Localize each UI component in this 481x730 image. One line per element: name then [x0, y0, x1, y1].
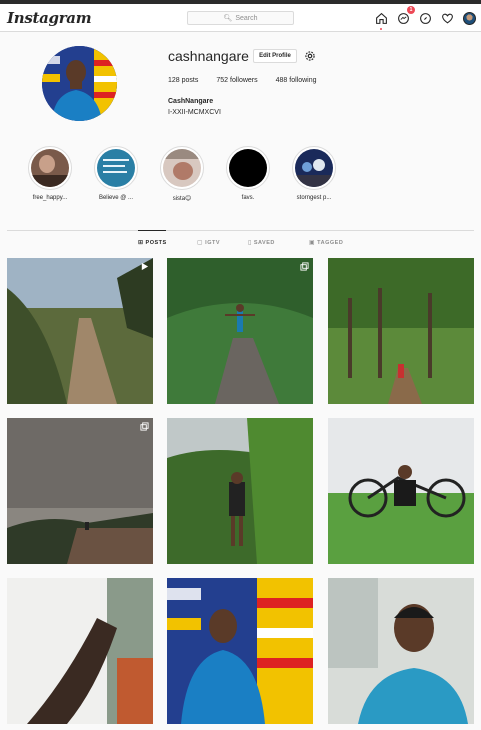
tv-icon: ▢ — [197, 240, 204, 246]
post-thumbnail[interactable] — [167, 258, 313, 404]
home-icon[interactable] — [373, 10, 389, 30]
posts-stat: 128 posts — [168, 77, 198, 84]
profile-full-name: CashNangare — [168, 98, 214, 105]
tab-posts[interactable]: ⊞ POSTS — [138, 239, 167, 247]
search-icon: 🔍︎ — [223, 15, 233, 22]
tab-label: IGTV — [205, 239, 221, 246]
story-highlight[interactable]: sista😊 — [160, 146, 204, 202]
highlight-cover — [97, 149, 135, 187]
profile-picture[interactable] — [42, 46, 117, 121]
post-thumbnail[interactable] — [7, 578, 153, 724]
instagram-logo[interactable]: Instagram — [7, 9, 92, 27]
following-count: 488 — [275, 77, 288, 84]
tab-igtv[interactable]: ▢ IGTV — [197, 239, 221, 247]
avatar — [462, 11, 476, 25]
followers-count: 752 — [216, 77, 229, 84]
following-label: following — [289, 77, 317, 84]
edit-profile-button[interactable]: Edit Profile — [253, 49, 297, 63]
active-indicator — [380, 28, 382, 30]
highlight-cover — [163, 149, 201, 187]
post-thumbnail[interactable] — [167, 418, 313, 564]
tabs-divider — [7, 230, 474, 231]
following-stat[interactable]: 488 following — [276, 77, 317, 84]
carousel-icon — [300, 262, 309, 271]
post-thumbnail[interactable] — [328, 418, 474, 564]
highlight-label: favs. — [241, 195, 255, 201]
highlight-ring — [160, 146, 204, 190]
notification-badge: 1 — [407, 6, 415, 14]
highlight-label: free_happy... — [32, 195, 68, 201]
highlight-label: Believe @ ... — [98, 195, 134, 201]
posts-label: posts — [181, 77, 199, 84]
highlight-cover — [229, 149, 267, 187]
highlight-label: storngest p... — [296, 195, 332, 201]
video-play-icon — [141, 262, 149, 271]
profile-avatar-button[interactable] — [461, 10, 477, 26]
story-highlight[interactable]: Believe @ ... — [94, 146, 138, 201]
post-thumbnail[interactable] — [7, 258, 153, 404]
highlight-ring — [28, 146, 72, 190]
post-thumbnail[interactable] — [328, 578, 474, 724]
search-placeholder: Search — [235, 14, 258, 22]
highlight-cover — [31, 149, 69, 187]
profile-bio: I-XXII-MCMXCVI — [168, 109, 221, 116]
profile-tabs: ⊞ POSTS ▢ IGTV ▯ SAVED ▣ TAGGED — [0, 239, 481, 251]
activity-heart-icon[interactable] — [439, 10, 455, 26]
highlight-ring — [226, 146, 270, 190]
post-thumbnail[interactable] — [167, 578, 313, 724]
explore-compass-icon[interactable] — [417, 10, 433, 26]
posts-count: 128 — [168, 77, 180, 84]
highlight-cover — [295, 149, 333, 187]
carousel-icon — [140, 422, 149, 431]
story-highlight[interactable]: favs. — [226, 146, 270, 201]
post-thumbnail[interactable] — [7, 418, 153, 564]
profile-stats: 128 posts 752 followers 488 following — [168, 77, 317, 84]
highlight-label: sista😊 — [172, 196, 192, 202]
nav-icon-group: 1 — [373, 6, 477, 30]
followers-label: followers — [230, 77, 258, 84]
bookmark-icon: ▯ — [248, 240, 252, 246]
top-navbar: Instagram 🔍︎ Search 1 — [0, 4, 481, 32]
search-input[interactable]: 🔍︎ Search — [187, 11, 294, 25]
highlight-ring — [94, 146, 138, 190]
tag-icon: ▣ — [309, 240, 316, 246]
tab-tagged[interactable]: ▣ TAGGED — [309, 239, 344, 247]
story-highlight[interactable]: free_happy... — [28, 146, 72, 201]
highlight-ring — [292, 146, 336, 190]
grid-icon: ⊞ — [138, 240, 144, 246]
settings-gear-icon[interactable] — [303, 49, 317, 63]
tab-label: SAVED — [253, 239, 275, 246]
profile-username: cashnangare — [168, 48, 249, 64]
story-highlight[interactable]: storngest p... — [292, 146, 336, 201]
tab-saved[interactable]: ▯ SAVED — [248, 239, 275, 247]
tab-label: POSTS — [145, 239, 167, 246]
followers-stat[interactable]: 752 followers — [216, 77, 257, 84]
tab-label: TAGGED — [317, 239, 344, 246]
post-thumbnail[interactable] — [328, 258, 474, 404]
active-tab-indicator — [138, 230, 166, 231]
direct-messages-icon[interactable]: 1 — [395, 6, 415, 26]
